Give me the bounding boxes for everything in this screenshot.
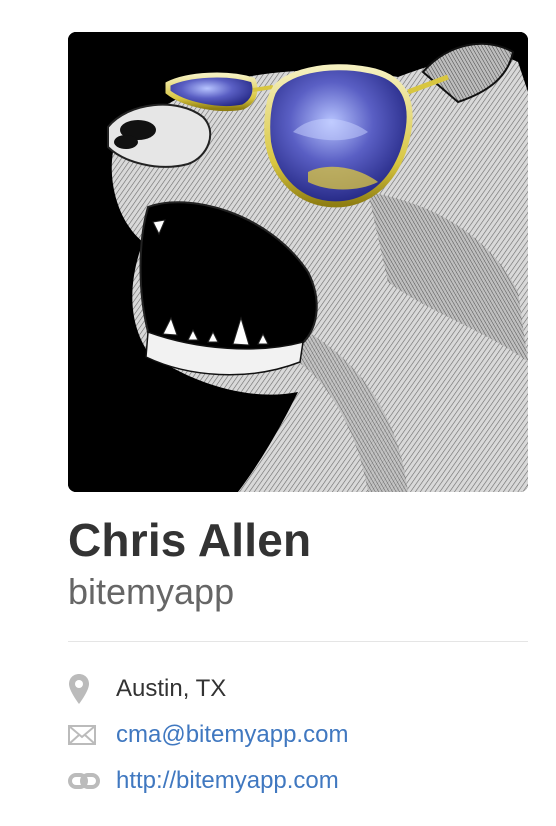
detail-email[interactable]: cma@bitemyapp.com: [68, 712, 528, 758]
detail-location-text: Austin, TX: [116, 675, 227, 702]
email-link[interactable]: cma@bitemyapp.com: [116, 721, 348, 749]
location-pin-icon: [68, 673, 116, 705]
detail-location: Austin, TX: [68, 666, 528, 712]
avatar[interactable]: [68, 32, 528, 492]
names-block: Chris Allen bitemyapp: [68, 512, 528, 614]
bear-illustration: [68, 32, 528, 492]
profile-card: Chris Allen bitemyapp Austin, TX cma@bit…: [68, 32, 528, 804]
profile-username: bitemyapp: [68, 571, 235, 612]
link-icon: [68, 772, 116, 790]
detail-website[interactable]: http://bitemyapp.com: [68, 758, 528, 804]
website-link[interactable]: http://bitemyapp.com: [116, 767, 339, 795]
mail-icon: [68, 725, 116, 745]
divider: [68, 641, 528, 642]
profile-fullname: Chris Allen: [68, 514, 312, 566]
profile-details-list: Austin, TX cma@bitemyapp.com http://bite…: [68, 666, 528, 804]
